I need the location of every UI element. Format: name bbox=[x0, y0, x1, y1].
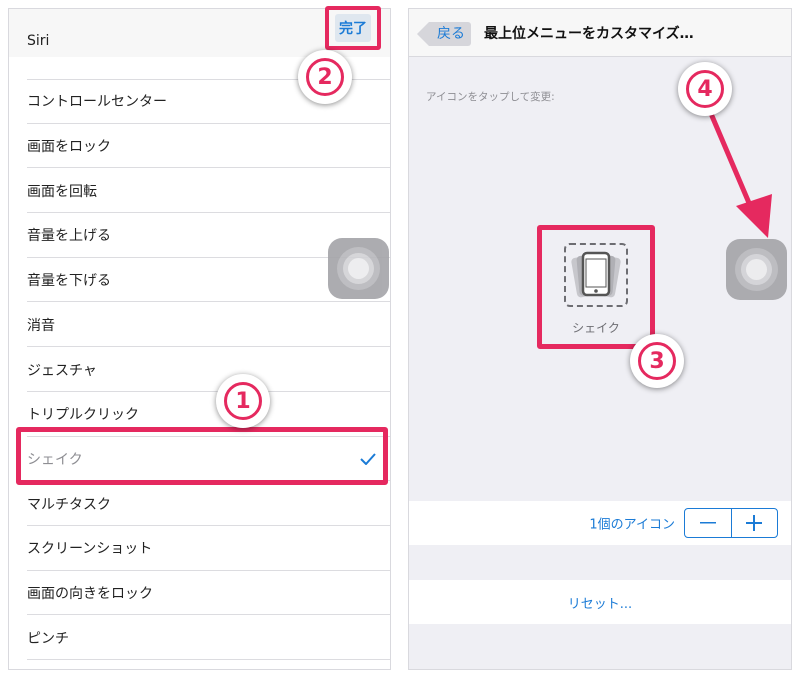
step-callout-4: 4 bbox=[678, 62, 732, 116]
customize-menu-panel: 戻る 最上位メニューをカスタマイズ… アイコンをタップして変更: シェイク 1個… bbox=[408, 8, 792, 670]
icon-highlight-frame: シェイク bbox=[537, 225, 655, 349]
row-separator bbox=[27, 659, 390, 661]
step-callout-3: 3 bbox=[630, 334, 684, 388]
list-item-label: トリプルクリック bbox=[27, 407, 139, 424]
list-item-label: ピンチ bbox=[27, 630, 69, 647]
list-item-label: Siri bbox=[27, 33, 50, 49]
back-label: 戻る bbox=[437, 26, 465, 42]
list-item-label: 音量を下げる bbox=[27, 273, 111, 290]
list-item-shake[interactable]: シェイク bbox=[9, 437, 390, 482]
action-list-panel: Siri コントロールセンター 画面をロック 画面を回転 音量を上げる 音量を下… bbox=[8, 8, 391, 670]
list-item-lock-screen[interactable]: 画面をロック bbox=[9, 124, 390, 169]
list-item-label: 画面の向きをロック bbox=[27, 586, 153, 603]
reset-button[interactable]: リセット... bbox=[409, 580, 791, 624]
reset-label: リセット... bbox=[567, 596, 633, 612]
done-label: 完了 bbox=[335, 14, 371, 42]
callout-digit: 3 bbox=[638, 342, 676, 380]
list-item-triple-click[interactable]: トリプルクリック bbox=[9, 392, 390, 437]
callout-digit: 1 bbox=[224, 382, 262, 420]
done-button[interactable]: 完了 bbox=[325, 6, 381, 50]
assistive-touch-ring bbox=[746, 259, 767, 280]
icon-count-label: 1個のアイコン bbox=[589, 517, 675, 533]
list-item-label: 画面をロック bbox=[27, 139, 111, 156]
list-item-label: スクリーンショット bbox=[27, 541, 153, 558]
list-item-label: 消音 bbox=[27, 317, 55, 334]
checkmark-icon bbox=[360, 453, 376, 465]
list-item-label: ジェスチャ bbox=[27, 362, 97, 379]
list-item-label: 音量を上げる bbox=[27, 228, 111, 245]
minus-icon bbox=[699, 522, 716, 524]
assistive-touch-button[interactable] bbox=[328, 238, 389, 299]
plus-icon bbox=[746, 515, 763, 531]
list-item-mute[interactable]: 消音 bbox=[9, 303, 390, 348]
shake-icon-label: シェイク bbox=[572, 321, 620, 335]
shake-icon-button[interactable] bbox=[564, 243, 628, 307]
icon-count-row: 1個のアイコン bbox=[409, 501, 791, 545]
shake-phone-icon bbox=[571, 251, 621, 298]
list-item-gesture[interactable]: ジェスチャ bbox=[9, 347, 390, 392]
callout-digit: 4 bbox=[686, 70, 724, 108]
assistive-touch-ring bbox=[348, 258, 369, 279]
list-item-multitask[interactable]: マルチタスク bbox=[9, 481, 390, 526]
decrement-button[interactable] bbox=[685, 509, 732, 537]
back-button[interactable]: 戻る bbox=[417, 22, 471, 46]
step-callout-1: 1 bbox=[216, 374, 270, 428]
list-item-label: シェイク bbox=[27, 451, 83, 468]
list-item-pinch[interactable]: ピンチ bbox=[9, 615, 390, 661]
icon-count-stepper bbox=[684, 508, 778, 538]
list-item-label: 画面を回転 bbox=[27, 183, 97, 200]
tap-icon-hint: アイコンをタップして変更: bbox=[426, 91, 555, 103]
right-navigation-bar: 戻る 最上位メニューをカスタマイズ… bbox=[409, 9, 791, 57]
callout-digit: 2 bbox=[306, 58, 344, 96]
list-item-rotate-screen[interactable]: 画面を回転 bbox=[9, 168, 390, 214]
list-item-orientation-lock[interactable]: 画面の向きをロック bbox=[9, 571, 390, 616]
increment-button[interactable] bbox=[732, 509, 778, 537]
list-item-label: マルチタスク bbox=[27, 496, 111, 513]
list-item-label: コントロールセンター bbox=[27, 94, 167, 111]
step-callout-2: 2 bbox=[298, 50, 352, 104]
page-title: 最上位メニューをカスタマイズ… bbox=[484, 26, 694, 42]
list-item-screenshot[interactable]: スクリーンショット bbox=[9, 526, 390, 571]
pointer-arrow bbox=[709, 113, 772, 238]
